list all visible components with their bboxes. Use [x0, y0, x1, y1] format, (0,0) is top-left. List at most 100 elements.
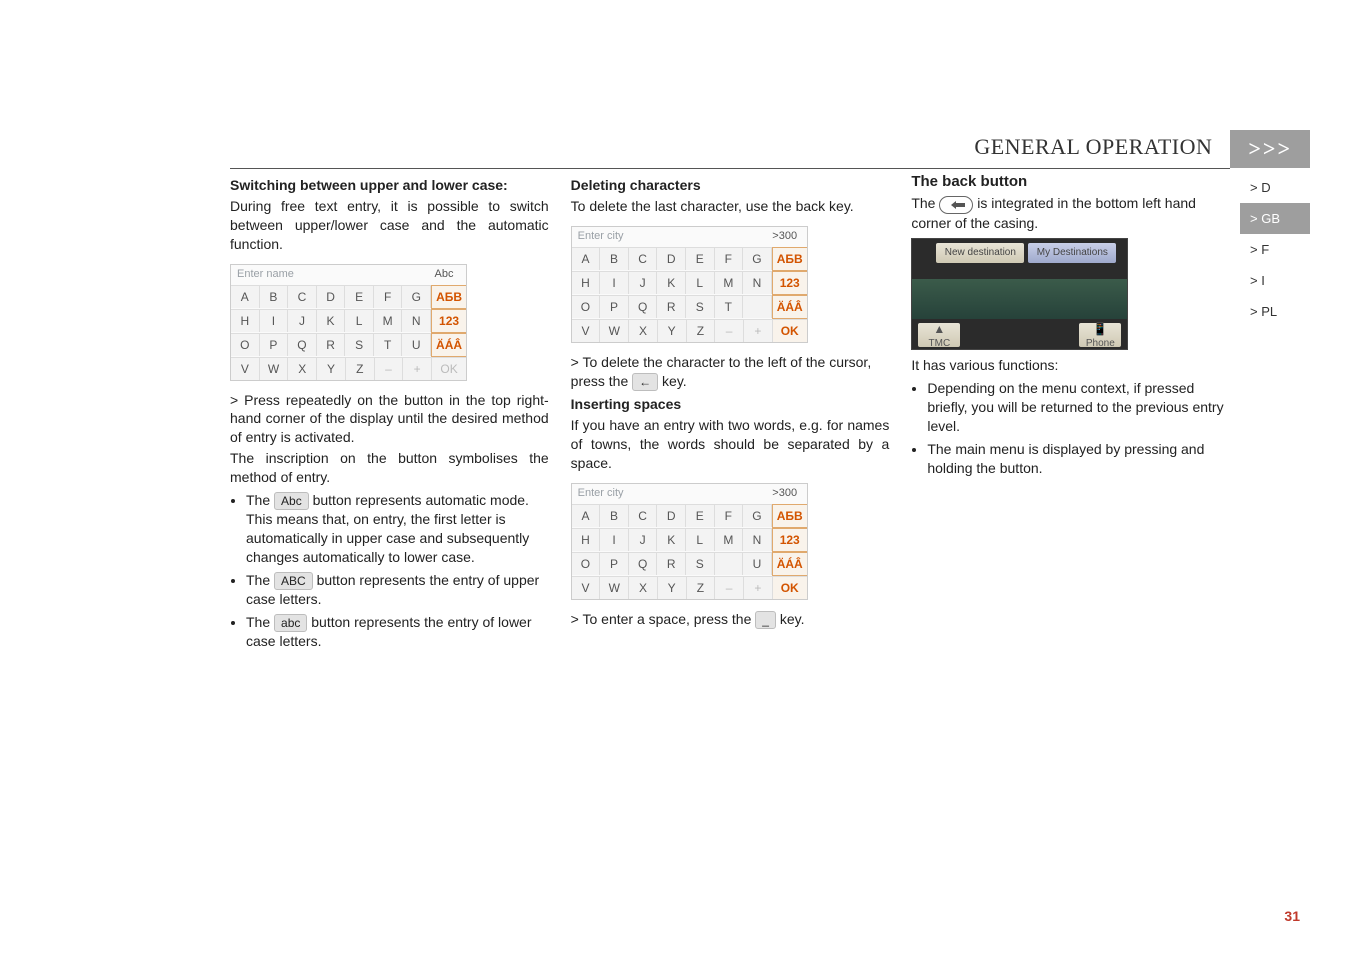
key-cyrillic[interactable]: АБВ	[772, 504, 807, 528]
kbd-delete-rightcap[interactable]: >300	[763, 229, 807, 244]
key-123[interactable]: 123	[431, 309, 466, 333]
key-ok[interactable]: OK	[773, 319, 807, 342]
key[interactable]: Y	[658, 576, 687, 599]
key[interactable]: X	[629, 319, 658, 342]
key[interactable]: M	[715, 528, 744, 551]
key[interactable]: L	[686, 271, 715, 294]
key[interactable]: H	[572, 528, 601, 551]
lang-tab-f[interactable]: > F	[1240, 234, 1310, 265]
lang-tab-d[interactable]: > D	[1240, 172, 1310, 203]
key[interactable]: A	[572, 504, 601, 527]
device-tab-new-destination[interactable]: New destination	[936, 243, 1024, 263]
key[interactable]: Y	[658, 319, 687, 342]
key[interactable]: S	[686, 295, 715, 318]
key[interactable]: A	[231, 285, 260, 308]
key-backspace[interactable]: +	[744, 319, 773, 342]
lang-tab-gb[interactable]: > GB	[1240, 203, 1310, 234]
key[interactable]: R	[657, 552, 686, 575]
key[interactable]: W	[600, 576, 629, 599]
device-tab-my-destinations[interactable]: My Destinations	[1028, 243, 1116, 263]
key[interactable]: O	[572, 295, 601, 318]
key-123[interactable]: 123	[772, 271, 807, 295]
key[interactable]: I	[600, 271, 629, 294]
key[interactable]: C	[629, 504, 658, 527]
key[interactable]: T	[374, 333, 403, 356]
key-cyrillic[interactable]: АБВ	[431, 285, 466, 309]
lang-tab-pl[interactable]: > PL	[1240, 296, 1310, 327]
key[interactable]: E	[345, 285, 374, 308]
key[interactable]: Y	[317, 357, 346, 380]
key-backspace[interactable]: +	[403, 357, 432, 380]
key[interactable]: Z	[346, 357, 375, 380]
key[interactable]: R	[657, 295, 686, 318]
key-space[interactable]: –	[715, 319, 744, 342]
key-accents[interactable]: ÄÁÂ	[431, 333, 466, 357]
key[interactable]: G	[743, 504, 772, 527]
key[interactable]: F	[715, 247, 744, 270]
key[interactable]: I	[600, 528, 629, 551]
key[interactable]	[743, 295, 772, 318]
key[interactable]: U	[743, 552, 772, 575]
key[interactable]: I	[260, 309, 289, 332]
key[interactable]: V	[231, 357, 260, 380]
key-ok[interactable]: OK	[773, 576, 807, 599]
key-ok[interactable]: OK	[432, 357, 466, 380]
key[interactable]: M	[715, 271, 744, 294]
key[interactable]: N	[743, 271, 772, 294]
key-accents[interactable]: ÄÁÂ	[772, 295, 807, 319]
key[interactable]: G	[402, 285, 431, 308]
key[interactable]: Z	[687, 576, 716, 599]
key[interactable]: F	[715, 504, 744, 527]
key[interactable]: P	[260, 333, 289, 356]
key[interactable]: C	[629, 247, 658, 270]
key[interactable]: D	[657, 504, 686, 527]
key[interactable]: B	[600, 247, 629, 270]
key[interactable]: A	[572, 247, 601, 270]
key[interactable]: J	[288, 309, 317, 332]
key[interactable]: X	[629, 576, 658, 599]
key[interactable]: H	[231, 309, 260, 332]
key[interactable]: C	[288, 285, 317, 308]
key[interactable]: D	[317, 285, 346, 308]
key[interactable]: G	[743, 247, 772, 270]
key[interactable]: P	[600, 295, 629, 318]
key-space[interactable]: –	[375, 357, 404, 380]
key-accents[interactable]: ÄÁÂ	[772, 552, 807, 576]
key-123[interactable]: 123	[772, 528, 807, 552]
key[interactable]: B	[600, 504, 629, 527]
key[interactable]: S	[345, 333, 374, 356]
key[interactable]: D	[657, 247, 686, 270]
key[interactable]: M	[374, 309, 403, 332]
key[interactable]: Q	[629, 552, 658, 575]
key[interactable]: F	[374, 285, 403, 308]
key[interactable]: L	[345, 309, 374, 332]
key[interactable]: R	[317, 333, 346, 356]
key[interactable]: H	[572, 271, 601, 294]
key[interactable]: O	[572, 552, 601, 575]
key[interactable]: K	[317, 309, 346, 332]
key[interactable]: E	[686, 247, 715, 270]
key[interactable]: W	[600, 319, 629, 342]
key[interactable]: V	[572, 576, 601, 599]
key[interactable]: B	[260, 285, 289, 308]
key[interactable]: N	[743, 528, 772, 551]
key[interactable]: Z	[687, 319, 716, 342]
key-cyrillic[interactable]: АБВ	[772, 247, 807, 271]
key[interactable]: J	[629, 271, 658, 294]
kbd-case-rightcap[interactable]: Abc	[422, 267, 466, 282]
device-button-phone[interactable]: 📱Phone	[1079, 323, 1121, 347]
key[interactable]: K	[657, 528, 686, 551]
key[interactable]: Q	[288, 333, 317, 356]
key[interactable]: N	[402, 309, 431, 332]
key-space[interactable]: –	[715, 576, 744, 599]
key[interactable]: W	[260, 357, 289, 380]
key[interactable]: O	[231, 333, 260, 356]
key[interactable]: S	[686, 552, 715, 575]
lang-tab-i[interactable]: > I	[1240, 265, 1310, 296]
key[interactable]	[715, 552, 744, 575]
key[interactable]: E	[686, 504, 715, 527]
key[interactable]: K	[657, 271, 686, 294]
key[interactable]: X	[288, 357, 317, 380]
kbd-space-rightcap[interactable]: >300	[763, 486, 807, 501]
key[interactable]: Q	[629, 295, 658, 318]
